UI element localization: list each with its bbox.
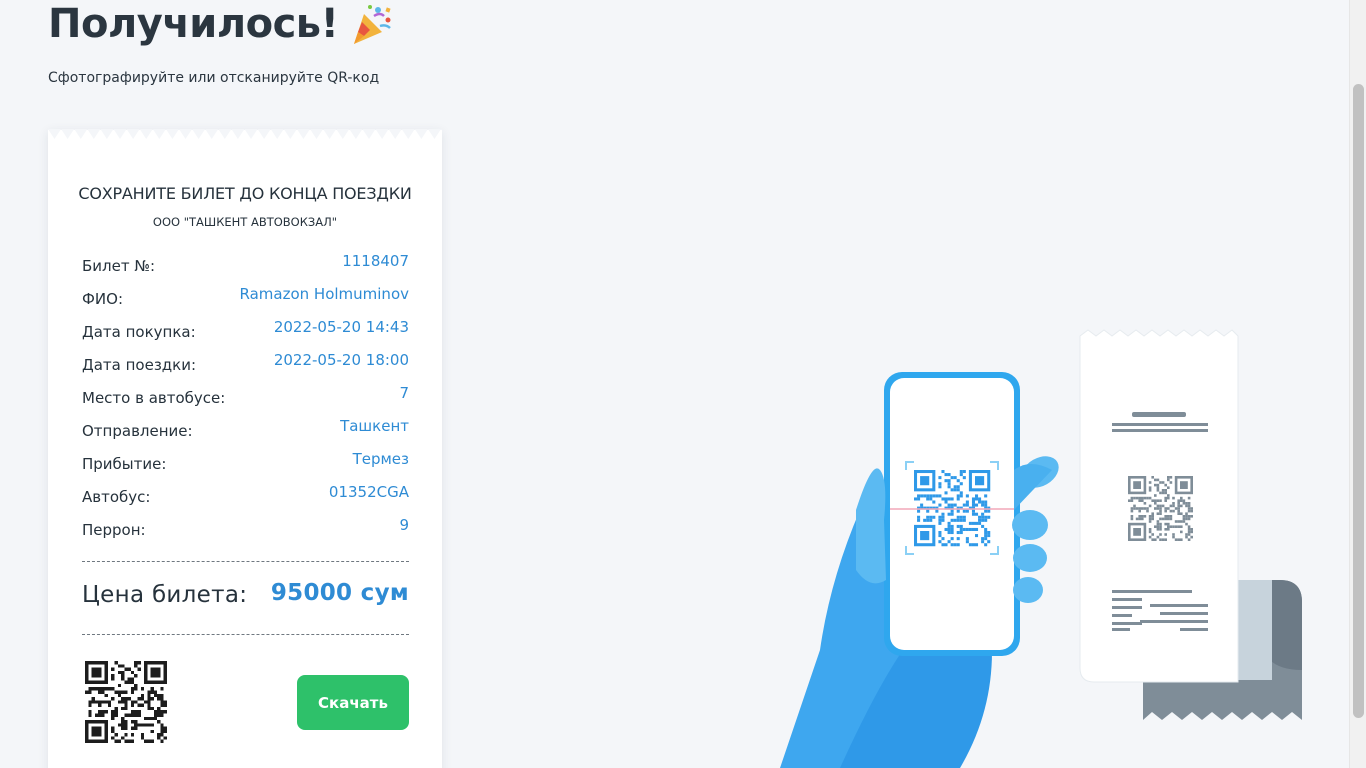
ticket-row-seat: Место в автобусе: 7 <box>82 384 409 417</box>
page-title: Получилось! <box>48 0 394 48</box>
scrollbar-thumb[interactable] <box>1353 84 1364 718</box>
price-label: Цена билета: <box>82 582 248 608</box>
row-value: 2022-05-20 14:43 <box>273 318 409 336</box>
row-value: Термез <box>352 450 409 468</box>
row-label: Дата поездки: <box>82 356 197 374</box>
ticket-row-departure: Отправление: Ташкент <box>82 417 409 450</box>
row-label: Прибытие: <box>82 455 167 473</box>
row-label: Место в автобусе: <box>82 389 226 407</box>
row-label: ФИО: <box>82 290 123 308</box>
ticket-zigzag-edge <box>48 129 442 139</box>
download-button[interactable]: Скачать <box>297 675 409 730</box>
qr-code-icon <box>85 661 167 743</box>
row-value: Ташкент <box>340 417 409 435</box>
ticket-row-bus: Автобус: 01352CGA <box>82 483 409 516</box>
row-value: 01352CGA <box>328 483 409 501</box>
row-label: Перрон: <box>82 521 146 539</box>
row-value: 1118407 <box>342 252 409 270</box>
row-value: 2022-05-20 18:00 <box>273 351 409 369</box>
ticket-row-purchase-date: Дата покупка: 2022-05-20 14:43 <box>82 318 409 351</box>
row-value: 7 <box>399 384 409 402</box>
ticket-row-platform: Перрон: 9 <box>82 516 409 549</box>
party-popper-icon <box>354 5 392 44</box>
ticket-row-number: Билет №: 1118407 <box>82 252 409 285</box>
dashed-divider <box>82 634 409 635</box>
page-subtitle: Сфотографируйте или отсканируйте QR-код <box>48 70 380 86</box>
row-label: Дата покупка: <box>82 323 196 341</box>
ticket-card: СОХРАНИТЕ БИЛЕТ ДО КОНЦА ПОЕЗДКИ ООО "ТА… <box>48 129 442 768</box>
row-label: Билет №: <box>82 257 156 275</box>
row-label: Отправление: <box>82 422 193 440</box>
ticket-heading: СОХРАНИТЕ БИЛЕТ ДО КОНЦА ПОЕЗДКИ <box>78 184 412 203</box>
ticket-details: Билет №: 1118407 ФИО: Ramazon Holmuminov… <box>82 252 409 549</box>
ticket-company: ООО "ТАШКЕНТ АВТОВОКЗАЛ" <box>152 215 338 229</box>
phone-scanning-qr-illustration <box>780 329 1302 768</box>
row-value: Ramazon Holmuminov <box>239 285 410 303</box>
scrollbar[interactable] <box>1349 0 1366 768</box>
ticket-row-name: ФИО: Ramazon Holmuminov <box>82 285 409 318</box>
ticket-row-trip-date: Дата поездки: 2022-05-20 18:00 <box>82 351 409 384</box>
row-value: 9 <box>399 516 409 534</box>
row-label: Автобус: <box>82 488 151 506</box>
ticket-row-arrival: Прибытие: Термез <box>82 450 409 483</box>
page-title-text: Получилось! <box>48 1 339 47</box>
dashed-divider <box>82 561 409 562</box>
price-value: 95000 сум <box>270 580 409 606</box>
